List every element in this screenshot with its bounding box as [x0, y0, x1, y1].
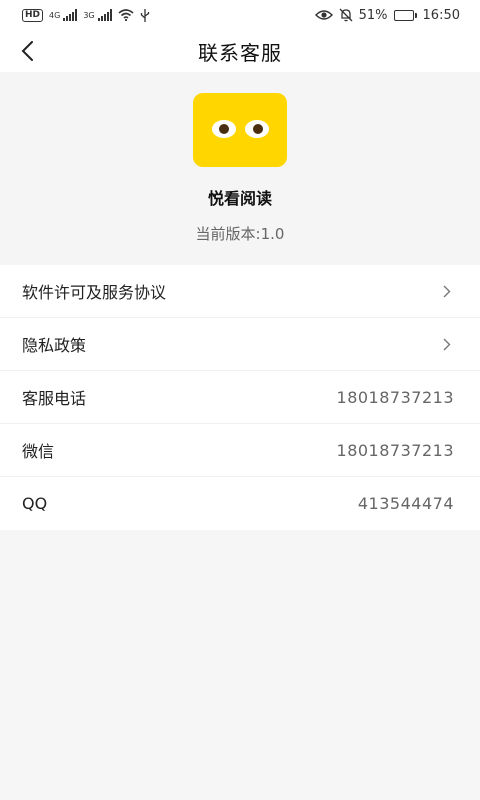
network-type-1: 4G — [49, 10, 61, 20]
privacy-policy-row[interactable]: 隐私政策 — [0, 318, 480, 371]
qq-value: 413544474 — [357, 494, 454, 513]
wechat-label: 微信 — [22, 442, 55, 461]
mute-bell-icon — [339, 8, 353, 22]
signal-icon — [97, 9, 112, 21]
chevron-right-icon — [440, 284, 454, 298]
qq-row[interactable]: QQ 413544474 — [0, 477, 480, 530]
signal-icon — [63, 9, 78, 21]
menu-list: 软件许可及服务协议 隐私政策 客服电话 18018737213 微信 18018… — [0, 265, 480, 530]
status-right: 51% 16:50 — [314, 7, 460, 23]
eye-comfort-icon — [314, 10, 333, 20]
wechat-value: 18018737213 — [336, 440, 454, 460]
chevron-right-icon — [440, 337, 454, 351]
app-info: 悦看阅读 当前版本:1.0 — [0, 72, 480, 264]
wifi-icon — [118, 9, 134, 21]
service-phone-value: 18018737213 — [336, 387, 454, 407]
service-phone-row[interactable]: 客服电话 18018737213 — [0, 371, 480, 424]
logo-eye-left — [212, 120, 236, 138]
status-bar: HD 4G 3G 51% 16:50 — [0, 0, 480, 30]
app-logo — [193, 93, 287, 167]
logo-eye-right — [245, 120, 269, 138]
app-name: 悦看阅读 — [207, 189, 272, 208]
network-type-2: 3G — [83, 10, 95, 20]
license-agreement-row[interactable]: 软件许可及服务协议 — [0, 265, 480, 318]
clock: 16:50 — [422, 7, 460, 23]
hd-badge: HD — [22, 8, 44, 22]
privacy-policy-label: 隐私政策 — [22, 336, 87, 355]
chevron-left-icon — [21, 41, 33, 61]
battery-percent: 51% — [358, 7, 388, 23]
usb-icon — [140, 8, 149, 22]
wechat-row[interactable]: 微信 18018737213 — [0, 424, 480, 477]
license-agreement-label: 软件许可及服务协议 — [22, 283, 167, 302]
qq-label: QQ — [22, 494, 48, 513]
status-left: HD 4G 3G — [22, 8, 150, 22]
app-version: 当前版本:1.0 — [195, 225, 285, 243]
battery-icon — [393, 9, 417, 21]
service-phone-label: 客服电话 — [22, 389, 87, 408]
header: 联系客服 — [0, 30, 480, 72]
page-title: 联系客服 — [198, 40, 282, 65]
back-button[interactable] — [14, 36, 40, 66]
